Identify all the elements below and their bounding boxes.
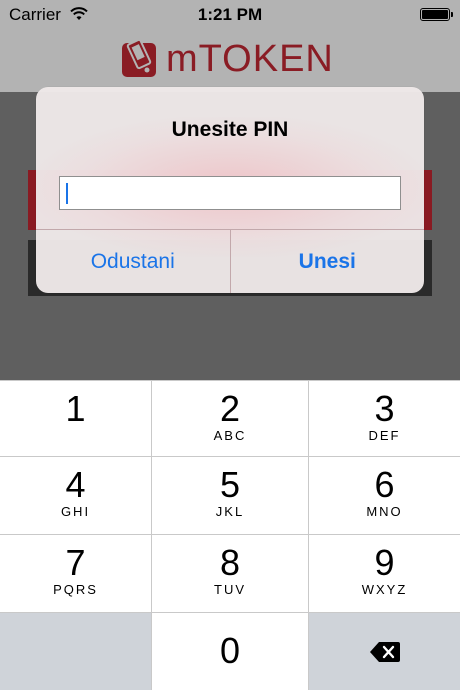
mtoken-logo: mTOKEN xyxy=(120,38,334,80)
key-letters: DEF xyxy=(368,428,401,443)
key-4[interactable]: 4 GHI xyxy=(0,457,152,535)
key-9[interactable]: 9 WXYZ xyxy=(309,535,460,613)
key-2[interactable]: 2 ABC xyxy=(152,380,309,457)
pin-input[interactable] xyxy=(59,176,401,210)
key-5[interactable]: 5 JKL xyxy=(152,457,309,535)
phone-icon xyxy=(122,39,156,77)
confirm-button[interactable]: Unesi xyxy=(229,230,425,293)
key-8[interactable]: 8 TUV xyxy=(152,535,309,613)
backspace-icon xyxy=(369,641,400,662)
key-letters: JKL xyxy=(215,504,245,519)
key-digit: 5 xyxy=(219,464,241,505)
key-digit: 2 xyxy=(219,388,241,429)
key-7[interactable]: 7 PQRS xyxy=(0,535,152,613)
key-6[interactable]: 6 MNO xyxy=(309,457,460,535)
dialog-title: Unesite PIN xyxy=(171,118,289,141)
app-header: mTOKEN xyxy=(0,30,460,92)
key-digit: 6 xyxy=(374,464,395,505)
text-cursor xyxy=(66,183,68,204)
key-digit: 0 xyxy=(219,630,241,671)
key-digit: 4 xyxy=(65,464,86,505)
key-digit: 7 xyxy=(65,542,86,583)
key-1[interactable]: 1 xyxy=(0,380,152,457)
key-letters: MNO xyxy=(366,504,403,519)
key-blank xyxy=(0,613,152,690)
key-3[interactable]: 3 DEF xyxy=(309,380,460,457)
key-digit: 9 xyxy=(374,542,395,583)
logo-text: mTOKEN xyxy=(166,38,334,80)
key-letters: WXYZ xyxy=(361,582,408,597)
key-0[interactable]: 0 xyxy=(152,613,309,690)
clock: 1:21 PM xyxy=(197,5,263,24)
backspace-key[interactable] xyxy=(309,613,460,690)
key-digit: 3 xyxy=(374,388,395,429)
numeric-keypad: 1 2 ABC 3 DEF 4 GHI 5 JKL 6 MNO 7 PQRS 8… xyxy=(0,380,460,690)
key-digit: 1 xyxy=(65,388,86,429)
key-letters: GHI xyxy=(60,504,91,519)
key-digit: 8 xyxy=(219,542,241,583)
dialog-buttons: Odustani Unesi xyxy=(36,229,424,293)
key-letters: TUV xyxy=(214,582,246,597)
cancel-button[interactable]: Odustani xyxy=(36,230,230,293)
battery-icon xyxy=(420,8,453,21)
key-letters: ABC xyxy=(213,428,247,443)
pin-dialog: Unesite PIN Odustani Unesi xyxy=(36,87,424,293)
key-letters: PQRS xyxy=(53,582,98,597)
status-bar: Carrier 1:21 PM xyxy=(0,0,460,30)
